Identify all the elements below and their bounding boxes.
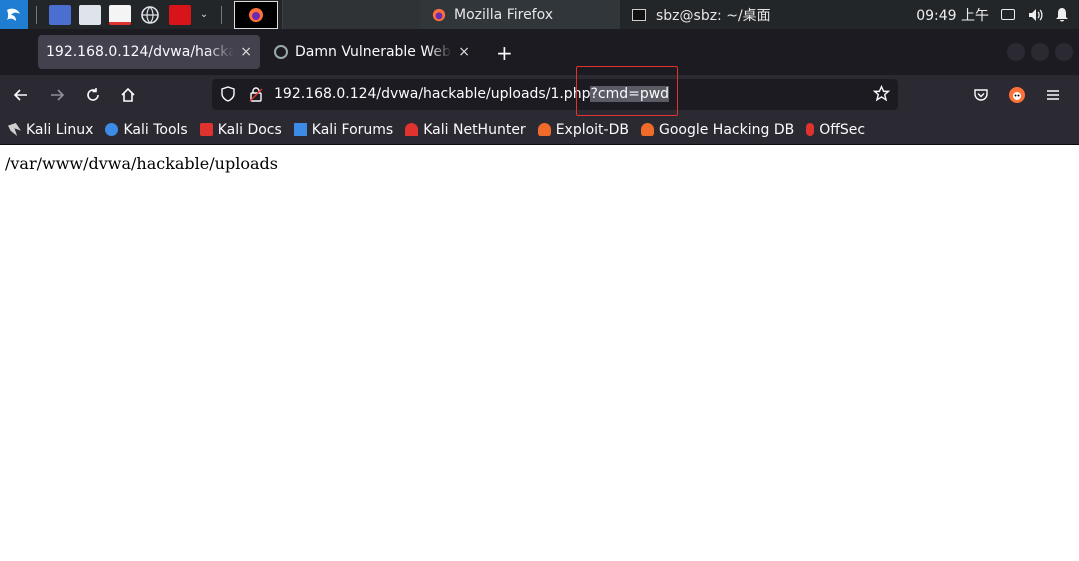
command-output: /var/www/dvwa/hackable/uploads: [5, 154, 278, 173]
hamburger-menu-icon: [1047, 90, 1059, 100]
url-query-mark: ?: [590, 86, 598, 102]
file-manager-icon[interactable]: [79, 4, 101, 25]
taskbar-window-title: Mozilla Firefox: [454, 6, 554, 23]
bookmark-label: Kali NetHunter: [423, 121, 526, 138]
back-button[interactable]: [9, 83, 33, 107]
reload-icon: [87, 88, 99, 101]
url-query-selected: cmd=pwd: [597, 86, 670, 102]
pocket-button[interactable]: [969, 83, 993, 107]
arrow-left-icon: [13, 89, 27, 101]
tab-hackable-uploads[interactable]: 192.168.0.124/dvwa/hackable ×: [38, 35, 260, 69]
chevron-down-icon[interactable]: ⌄: [199, 5, 209, 25]
bookmark-label: Kali Tools: [123, 121, 188, 138]
window-controls: [1007, 43, 1073, 61]
kali-menu-icon[interactable]: [0, 0, 28, 29]
bookmark-kali-tools[interactable]: Kali Tools: [105, 121, 188, 138]
bookmark-google-hacking-db[interactable]: Google Hacking DB: [640, 121, 795, 138]
tab-bar: 192.168.0.124/dvwa/hackable × Damn Vulne…: [0, 29, 1079, 75]
terminal-icon[interactable]: [169, 4, 191, 25]
bookmark-exploit-db[interactable]: Exploit-DB: [537, 121, 629, 138]
pocket-icon: [974, 89, 988, 101]
bookmarks-toolbar: Kali Linux Kali Tools Kali Docs Kali For…: [0, 115, 1079, 145]
bookmark-kali-docs[interactable]: Kali Docs: [199, 121, 282, 138]
taskbar-separator: [36, 5, 37, 24]
tab-dvwa[interactable]: Damn Vulnerable Web Ap ×: [266, 35, 478, 69]
bookmark-kali-nethunter[interactable]: Kali NetHunter: [405, 121, 526, 138]
reload-button[interactable]: [81, 83, 105, 107]
text-editor-icon[interactable]: [109, 4, 131, 25]
bookmark-star-button[interactable]: [873, 85, 890, 102]
offsec-icon: [806, 123, 815, 136]
firefox-workspace-icon[interactable]: [234, 0, 278, 29]
bookmark-label: Kali Docs: [217, 121, 282, 138]
navigation-toolbar: 192.168.0.124/dvwa/hackable/uploads/1.ph…: [0, 75, 1079, 115]
kali-docs-icon: [199, 123, 213, 136]
insecure-lock-icon[interactable]: [248, 86, 264, 102]
workspace-slot[interactable]: [282, 0, 430, 29]
display-icon[interactable]: [1001, 9, 1015, 20]
terminal-icon: [632, 8, 646, 21]
bookmark-kali-linux[interactable]: Kali Linux: [8, 122, 93, 138]
tab-title: 192.168.0.124/dvwa/hackable: [46, 44, 235, 60]
firefox-icon: [432, 8, 446, 22]
account-avatar-button[interactable]: [1005, 83, 1029, 107]
notification-bell-icon[interactable]: [1055, 7, 1069, 23]
ghdb-icon: [640, 123, 654, 136]
nethunter-icon: [405, 123, 419, 136]
new-tab-button[interactable]: +: [496, 41, 513, 65]
maximize-button[interactable]: [1031, 43, 1049, 61]
kali-tools-icon: [105, 123, 119, 136]
bookmark-label: Google Hacking DB: [658, 121, 795, 138]
volume-icon[interactable]: [1027, 7, 1043, 23]
bookmark-label: Kali Forums: [311, 121, 394, 138]
close-icon[interactable]: ×: [240, 44, 252, 60]
dvwa-favicon-icon: [274, 45, 288, 59]
web-browser-icon[interactable]: [139, 5, 161, 25]
taskbar-window-title: sbz@sbz: ~/桌面: [656, 7, 771, 24]
bookmark-offsec[interactable]: OffSec: [806, 122, 865, 138]
bookmark-label: Kali Linux: [26, 121, 94, 138]
url-text[interactable]: 192.168.0.124/dvwa/hackable/uploads/1.ph…: [274, 86, 670, 102]
bookmark-kali-forums[interactable]: Kali Forums: [293, 121, 394, 138]
url-main: 192.168.0.124/dvwa/hackable/uploads/1.ph…: [274, 86, 591, 102]
minimize-button[interactable]: [1007, 43, 1025, 61]
taskbar-window-terminal[interactable]: sbz@sbz: ~/桌面: [622, 0, 882, 29]
home-button[interactable]: [116, 83, 140, 107]
taskbar-separator: [221, 5, 222, 24]
bookmark-label: Exploit-DB: [555, 121, 629, 138]
app-menu-button[interactable]: [1041, 83, 1065, 107]
close-window-button[interactable]: [1055, 43, 1073, 61]
system-taskbar: ⌄ Mozilla Firefox sbz@sbz: ~/桌面 09:49 上午: [0, 0, 1079, 29]
star-icon: [873, 85, 890, 102]
page-content: /var/www/dvwa/hackable/uploads: [0, 146, 1079, 561]
tab-title: Damn Vulnerable Web Ap: [295, 44, 452, 60]
taskbar-window-firefox[interactable]: Mozilla Firefox: [420, 0, 620, 29]
kali-forums-icon: [293, 123, 307, 136]
kali-dragon-icon: [8, 123, 21, 136]
arrow-right-icon: [51, 89, 65, 101]
bookmark-label: OffSec: [819, 121, 866, 138]
forward-button[interactable]: [45, 83, 69, 107]
home-icon: [121, 87, 135, 102]
exploit-db-icon: [537, 123, 551, 136]
fox-avatar-icon: [1009, 87, 1025, 103]
show-desktop-icon[interactable]: [49, 4, 71, 25]
tracking-protection-icon[interactable]: [220, 86, 236, 102]
clock[interactable]: 09:49 上午: [916, 5, 989, 25]
url-bar[interactable]: 192.168.0.124/dvwa/hackable/uploads/1.ph…: [212, 79, 898, 110]
close-icon[interactable]: ×: [458, 44, 470, 60]
